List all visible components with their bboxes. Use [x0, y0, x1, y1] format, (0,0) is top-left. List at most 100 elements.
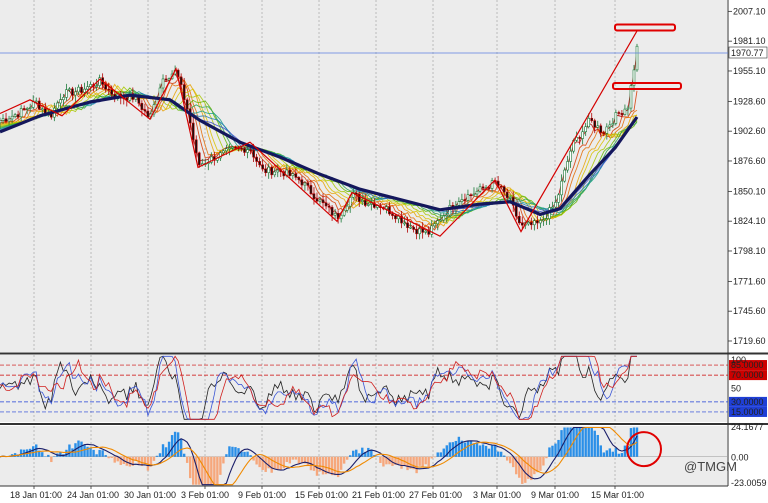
histogram-bar — [35, 444, 38, 457]
histogram-bar — [59, 452, 62, 457]
candle-body — [363, 200, 367, 206]
histogram-bar — [352, 450, 355, 457]
candle-body — [62, 97, 65, 101]
histogram-bar — [176, 432, 180, 457]
candle-body — [294, 173, 298, 178]
histogram-bar — [107, 456, 110, 459]
histogram-bar — [65, 449, 68, 457]
candle-body — [554, 202, 557, 208]
candle-body — [481, 186, 485, 189]
candle-body — [270, 166, 274, 176]
candle-body — [409, 226, 412, 229]
histogram-bar — [179, 438, 183, 457]
histogram-bar — [518, 456, 521, 478]
candle-body — [40, 108, 44, 111]
histogram-bar — [249, 455, 252, 457]
candle-body — [563, 169, 566, 182]
histogram-bar — [551, 445, 554, 457]
candle-body — [623, 108, 627, 115]
candle-body — [508, 197, 512, 199]
histogram-bar — [487, 448, 491, 457]
candle-body — [502, 186, 506, 193]
histogram-bar — [41, 452, 44, 457]
oscillator-level-label: 30.0000 — [731, 397, 764, 407]
histogram-bar — [161, 444, 165, 457]
date-tick-label: 24 Jan 01:00 — [67, 490, 119, 500]
histogram-bar — [152, 456, 156, 461]
candle-body — [65, 89, 68, 98]
candle-body — [71, 88, 74, 96]
candle-body — [385, 206, 388, 210]
histogram-bar — [457, 436, 461, 457]
histogram-bar — [170, 435, 174, 457]
watermark-text: @TMGM — [684, 459, 737, 474]
candle-body — [596, 125, 600, 128]
histogram-bar — [279, 456, 282, 470]
histogram-bar — [345, 456, 349, 460]
histogram-bar — [246, 451, 249, 457]
candle-body — [514, 204, 518, 217]
histogram-bar — [439, 452, 442, 457]
histogram-bar — [219, 456, 222, 475]
candle-body — [80, 86, 83, 93]
candle-body — [348, 197, 352, 207]
candle-body — [327, 205, 331, 208]
candle-body — [566, 161, 569, 171]
candle-body — [342, 209, 346, 216]
histogram-bar — [333, 456, 337, 476]
candle-body — [466, 194, 470, 201]
candle-body — [599, 125, 603, 133]
candle-body — [617, 112, 621, 114]
histogram-bar — [330, 456, 334, 476]
histogram-bar — [442, 448, 445, 457]
candle-body — [225, 148, 228, 152]
histogram-bar — [255, 456, 258, 465]
candle-body — [360, 200, 364, 202]
candle-body — [421, 228, 424, 233]
candle-body — [194, 139, 198, 154]
candle-body — [345, 205, 349, 211]
candle-body — [228, 147, 231, 150]
candle-body — [164, 78, 168, 81]
histogram-bar — [415, 456, 418, 474]
histogram-bar — [44, 456, 47, 457]
candle-body — [267, 166, 270, 174]
candle-body — [412, 226, 415, 230]
candle-body — [551, 206, 554, 209]
candle-body — [297, 177, 301, 181]
candle-body — [222, 150, 225, 154]
candle-body — [110, 89, 114, 95]
candle-body — [191, 122, 195, 141]
histogram-bar — [234, 447, 237, 457]
histogram-bar — [98, 449, 101, 457]
candle-body — [442, 215, 446, 221]
candle-body — [403, 222, 406, 225]
histogram-bar — [294, 456, 298, 460]
candle-body — [487, 187, 491, 189]
candle-body — [475, 190, 479, 195]
histogram-bar — [433, 456, 436, 458]
histogram-bar — [348, 455, 352, 457]
candle-body — [309, 185, 313, 195]
candle-body — [505, 191, 509, 198]
histogram-bar — [605, 450, 609, 457]
histogram-bar — [617, 453, 621, 457]
candle-body — [255, 156, 258, 162]
price-tick-label: 1798.10 — [733, 246, 766, 256]
histogram-bar — [560, 430, 563, 457]
histogram-bar — [321, 456, 325, 475]
candle-body — [560, 180, 563, 196]
histogram-bar — [285, 456, 289, 463]
histogram-bar — [288, 456, 292, 464]
histogram-bar — [225, 454, 228, 457]
histogram-bar — [104, 455, 107, 457]
candle-body — [273, 171, 277, 176]
candle-body — [143, 109, 147, 112]
candle-body — [312, 193, 316, 200]
histogram-bar — [475, 442, 479, 457]
candle-body — [34, 100, 38, 103]
candle-body — [264, 168, 267, 174]
candle-body — [460, 199, 464, 202]
histogram-bar — [376, 456, 379, 458]
candle-body — [107, 88, 110, 91]
